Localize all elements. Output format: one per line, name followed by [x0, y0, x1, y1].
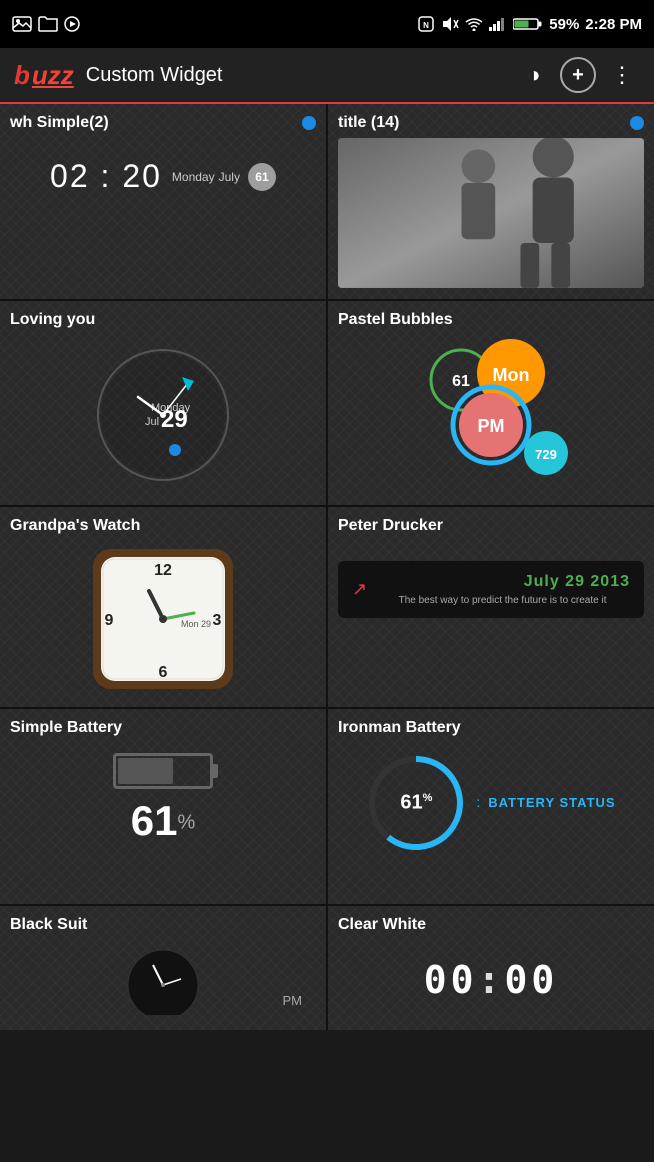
play-icon — [64, 16, 80, 32]
date-badge: 61 — [248, 163, 276, 191]
app-title: Custom Widget — [86, 64, 223, 87]
widget-title-ironman: Ironman Battery — [338, 719, 644, 737]
status-right-icons: N 59% 2:28 PM — [417, 15, 642, 33]
grandpa-clock-svg: 12 9 3 6 Mon 29 — [89, 545, 237, 693]
widget-loving-you[interactable]: Loving you Monday Jul 29 — [0, 301, 326, 505]
peter-quote: The best way to predict the future is to… — [375, 595, 630, 606]
app-logo: buzz — [14, 60, 74, 91]
widget-title-pastel: Pastel Bubbles — [338, 311, 644, 329]
cw-colon: : — [478, 958, 505, 1002]
clearwhite-time: 00:00 — [424, 958, 558, 1002]
widget-title-black-suit: Black Suit — [10, 916, 316, 934]
battery-simple-content: 61% — [10, 743, 316, 855]
folder-icon — [38, 16, 58, 32]
ironman-content: 61% : BATTERY STATUS — [338, 743, 644, 863]
battery-icon-status — [513, 17, 543, 31]
person-image — [338, 138, 644, 288]
svg-text:9: 9 — [105, 612, 114, 629]
digital-time: 02 : 20 — [50, 158, 162, 195]
svg-text:12: 12 — [154, 562, 172, 579]
status-bar: N 59% 2:28 PM — [0, 0, 654, 48]
battery-icon-visual — [113, 753, 213, 789]
svg-text:Mon 29: Mon 29 — [181, 619, 211, 629]
clearwhite-content: 00:00 — [338, 940, 644, 1020]
loving-you-content: Monday Jul 29 — [10, 335, 316, 495]
ironman-colon: : — [476, 794, 484, 810]
battery-fill — [118, 758, 173, 784]
blue-dot — [302, 116, 316, 130]
widget-wh-simple[interactable]: wh Simple(2) 02 : 20 Monday July 61 — [0, 104, 326, 299]
image-icon — [12, 16, 32, 32]
logo-b: b — [14, 60, 30, 90]
svg-text:N: N — [423, 21, 429, 30]
title-image — [338, 138, 644, 288]
widget-ironman-battery[interactable]: Ironman Battery 61% : BATTERY STATUS — [328, 709, 654, 904]
svg-text:29: 29 — [161, 406, 188, 433]
battery-percent-display: 61% — [131, 797, 196, 845]
pastel-content: 61 Mon PM 729 — [338, 335, 644, 490]
ironman-pct-text: 61% — [400, 792, 432, 815]
ironman-status-label: BATTERY STATUS — [488, 795, 615, 810]
peter-box: ↗ July 29 2013 The best way to predict t… — [338, 561, 644, 618]
widget-title-wh-simple: wh Simple(2) — [10, 114, 316, 132]
widget-title-peter: Peter Drucker — [338, 517, 644, 535]
black-suit-svg — [123, 945, 203, 1015]
more-button[interactable]: ⋮ — [604, 57, 640, 93]
cw-hours: 00 — [424, 958, 478, 1002]
svg-text:PM: PM — [478, 416, 505, 436]
half-circle-button[interactable]: ◑ — [516, 57, 552, 93]
widget-title-clear-white: Clear White — [338, 916, 644, 934]
wh-simple-content: 02 : 20 Monday July 61 — [10, 138, 316, 215]
analog-clock-loving-you: Monday Jul 29 — [93, 345, 233, 485]
ironman-status-area: : BATTERY STATUS — [476, 794, 615, 812]
widget-title-simple-battery: Simple Battery — [10, 719, 316, 737]
svg-text:6: 6 — [159, 664, 168, 681]
widget-title-title: title (14) — [338, 114, 644, 132]
svg-text:Mon: Mon — [493, 365, 530, 385]
ironman-ring: 61% — [366, 753, 466, 853]
widget-title-loving-you: Loving you — [10, 311, 316, 329]
mute-icon — [441, 15, 459, 33]
signal-icon — [489, 17, 507, 31]
pastel-bubbles-svg: 61 Mon PM 729 — [391, 335, 591, 490]
widget-clear-white[interactable]: Clear White 00:00 — [328, 906, 654, 1030]
grandpa-content: 12 9 3 6 Mon 29 — [10, 541, 316, 697]
battery-percent: 59% — [549, 16, 579, 33]
widget-title-widget[interactable]: title (14) — [328, 104, 654, 299]
svg-text:Jul: Jul — [145, 416, 159, 428]
peter-content: ↗ July 29 2013 The best way to predict t… — [338, 541, 644, 638]
black-suit-content: PM — [10, 940, 316, 1020]
cw-minutes: 00 — [504, 958, 558, 1002]
blue-dot-2 — [630, 116, 644, 130]
nfc-icon: N — [417, 15, 435, 33]
wifi-icon — [465, 17, 483, 31]
clock-time: 2:28 PM — [585, 16, 642, 33]
widget-peter-drucker[interactable]: Peter Drucker ↗ July 29 2013 The best wa… — [328, 507, 654, 707]
widget-grandpas-watch[interactable]: Grandpa's Watch 12 9 3 6 Mon 29 — [0, 507, 326, 707]
month-label: July — [219, 170, 240, 184]
svg-text:729: 729 — [535, 447, 557, 462]
widget-grid: wh Simple(2) 02 : 20 Monday July 61 titl… — [0, 104, 654, 1030]
add-button[interactable]: + — [560, 57, 596, 93]
widget-pastel-bubbles[interactable]: Pastel Bubbles 61 Mon PM 729 — [328, 301, 654, 505]
peter-arrow-icon: ↗ — [352, 579, 367, 600]
status-left-icons — [12, 16, 80, 32]
widget-simple-battery[interactable]: Simple Battery 61% — [0, 709, 326, 904]
pm-label: PM — [283, 993, 303, 1008]
svg-text:61: 61 — [452, 373, 470, 390]
peter-date: July 29 2013 — [375, 573, 630, 591]
logo-uzz: uzz — [32, 60, 74, 90]
day-label: Monday — [172, 170, 215, 184]
svg-text:3: 3 — [213, 612, 222, 629]
widget-black-suit[interactable]: Black Suit PM — [0, 906, 326, 1030]
widget-title-grandpa: Grandpa's Watch — [10, 517, 316, 535]
app-header: buzz Custom Widget ◑ + ⋮ — [0, 48, 654, 104]
peter-inner: ↗ July 29 2013 The best way to predict t… — [352, 573, 630, 606]
